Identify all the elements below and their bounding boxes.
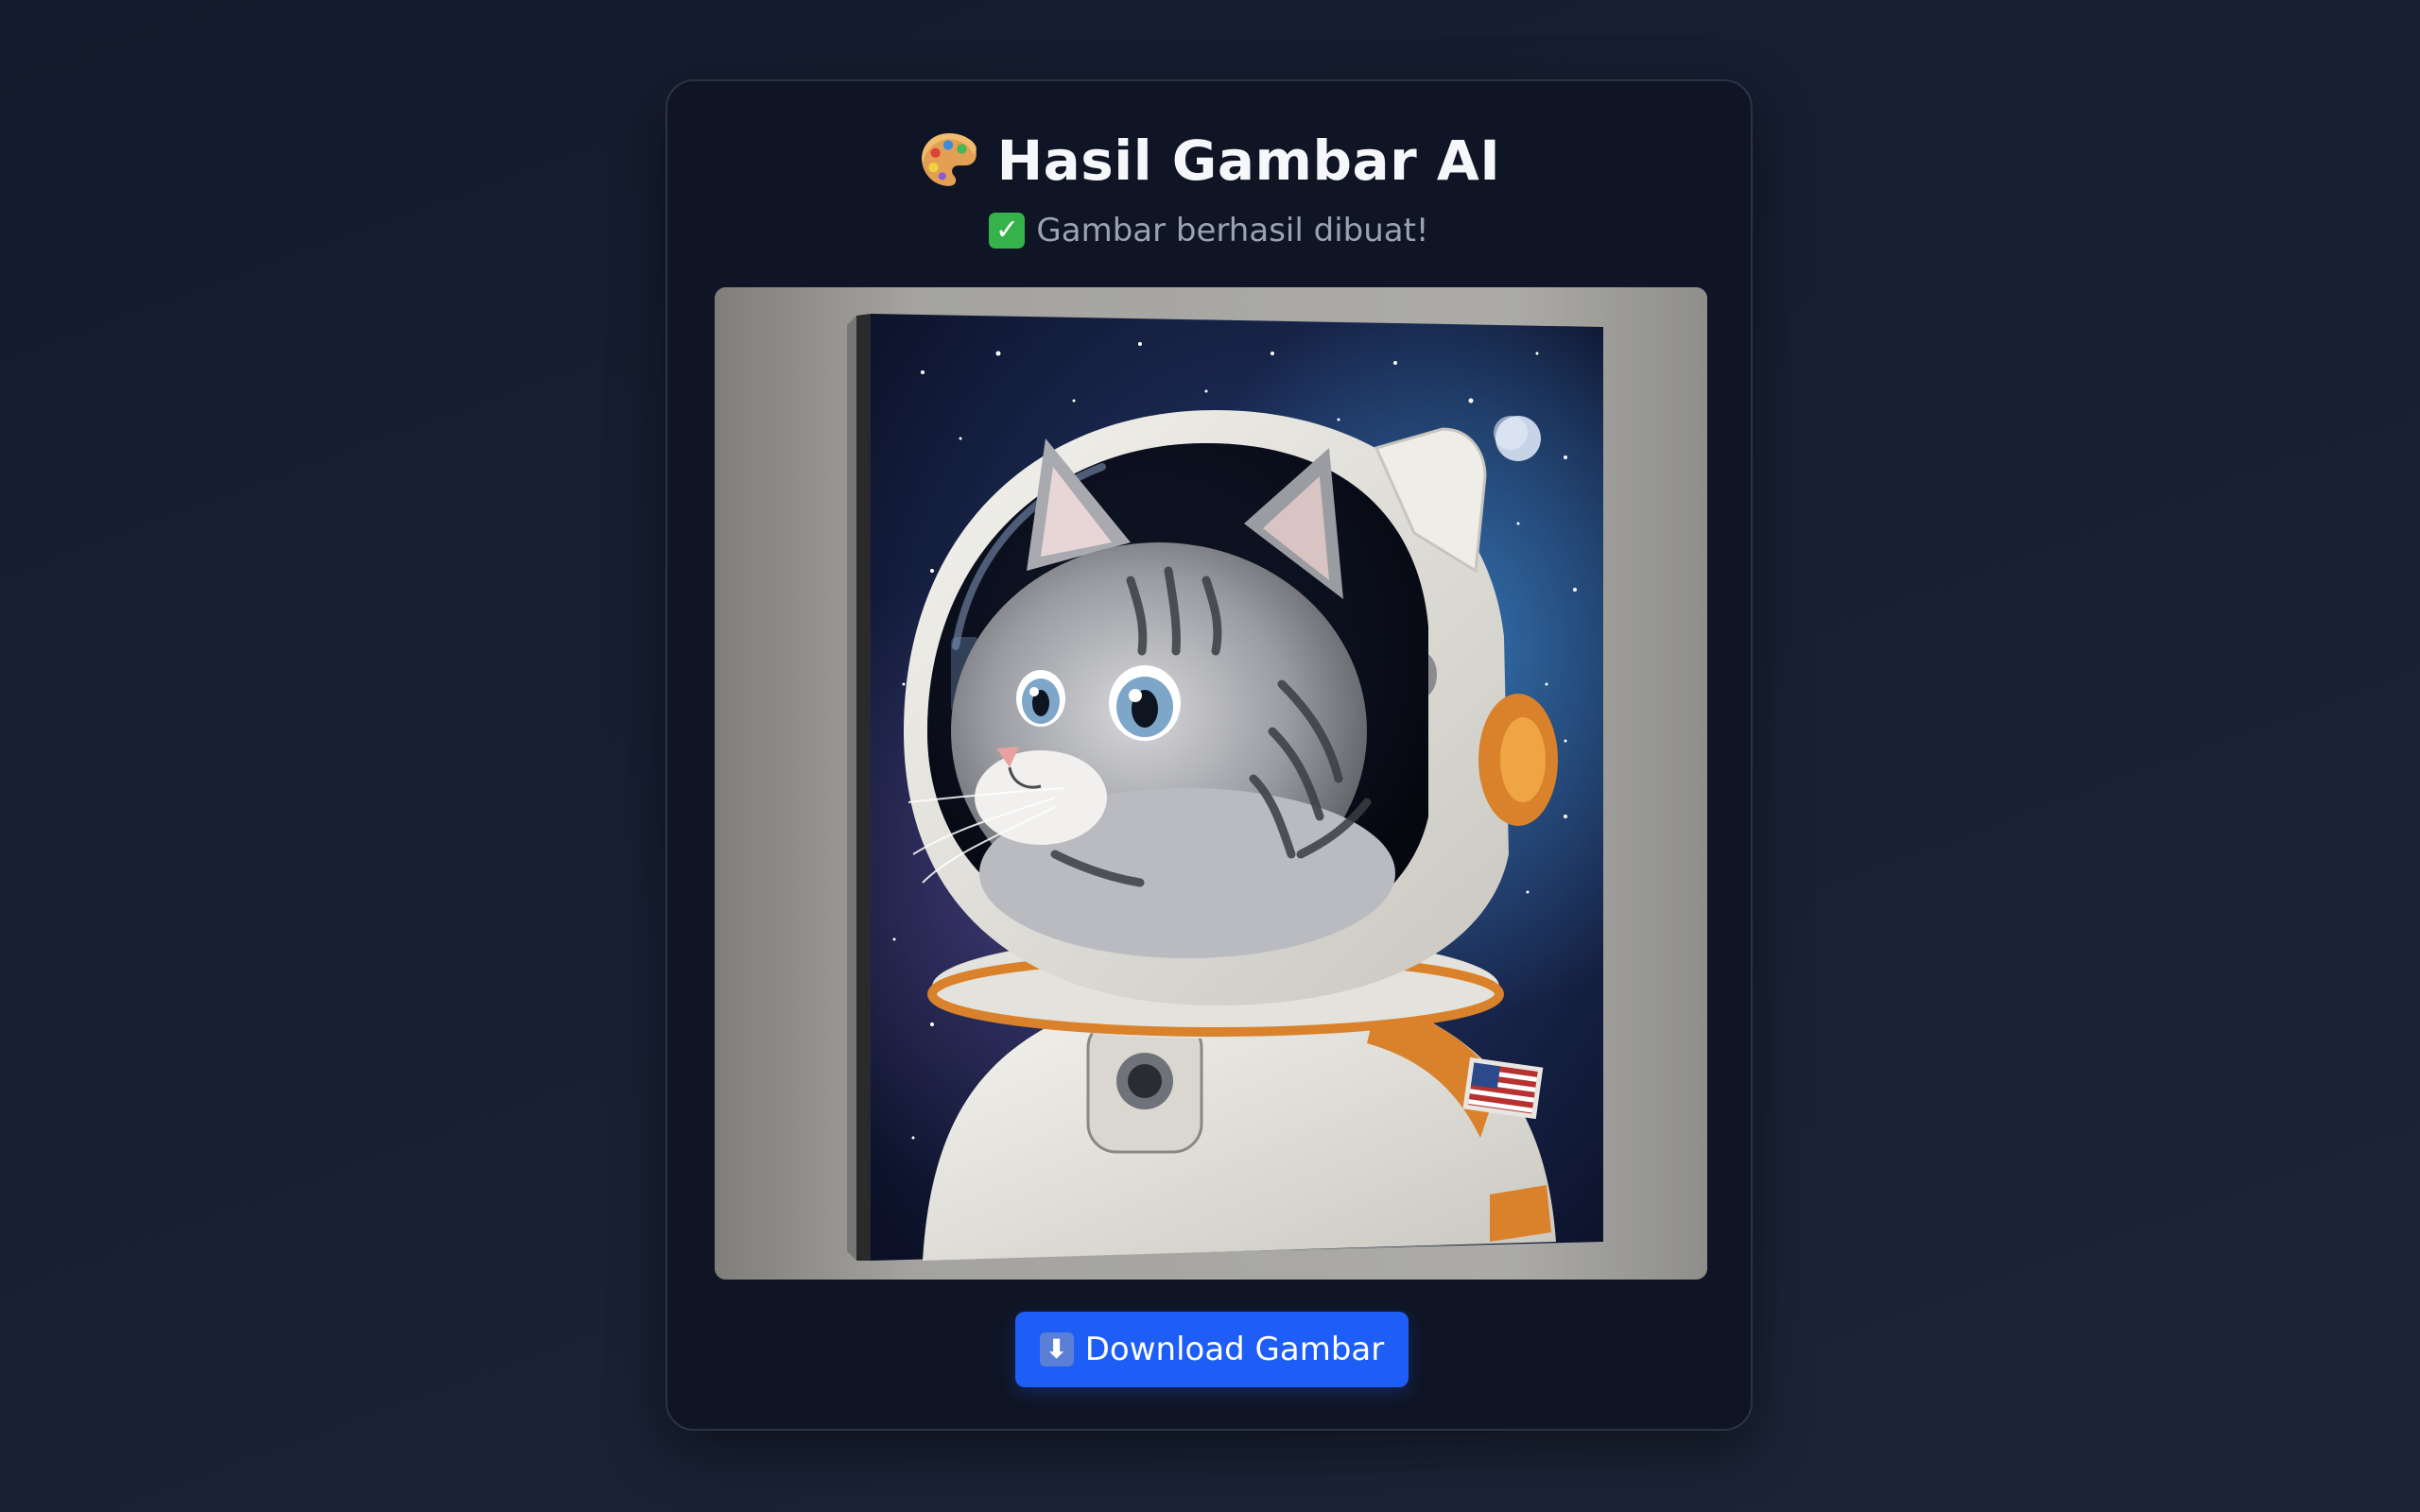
download-label: Download Gambar xyxy=(1084,1331,1385,1368)
palette-icon xyxy=(921,133,977,186)
status-message: ✓ Gambar berhasil dibuat! xyxy=(667,212,1751,249)
title-text: Hasil Gambar AI xyxy=(996,129,1501,193)
result-card: Hasil Gambar AI ✓ Gambar berhasil dibuat… xyxy=(666,79,1753,1431)
generated-image xyxy=(715,287,1707,1280)
flag-patch-icon xyxy=(1462,1057,1544,1120)
astronaut-cat-illustration xyxy=(715,287,1707,1280)
page-title: Hasil Gambar AI xyxy=(667,129,1751,193)
download-arrow-icon: ⬇ xyxy=(1039,1332,1074,1366)
status-text: Gambar berhasil dibuat! xyxy=(1036,212,1429,249)
download-button[interactable]: ⬇ Download Gambar xyxy=(1015,1312,1409,1387)
check-mark-icon: ✓ xyxy=(989,213,1026,249)
